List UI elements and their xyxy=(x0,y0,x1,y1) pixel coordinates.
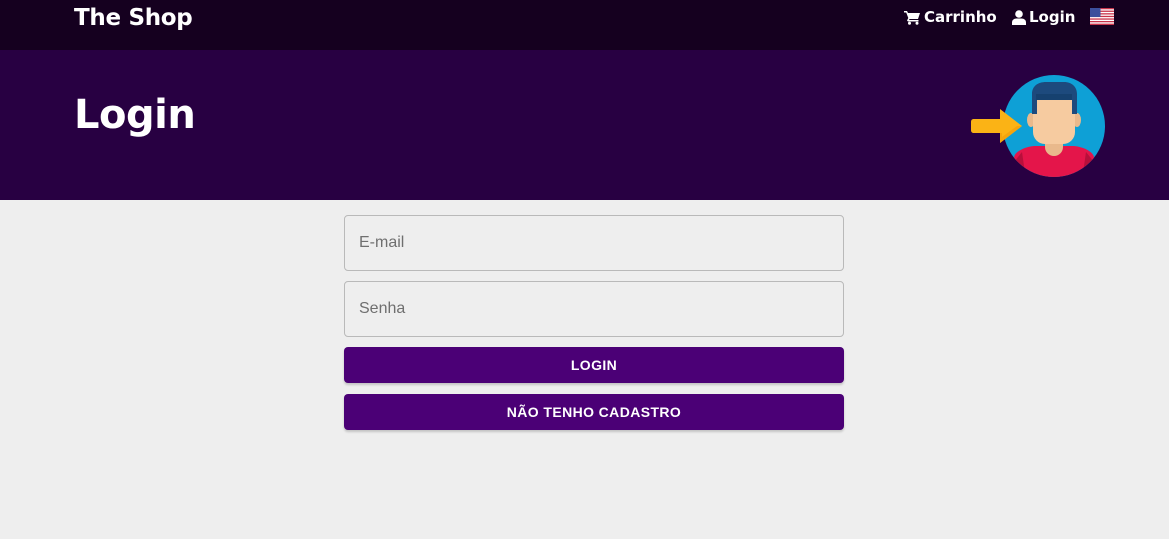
password-field[interactable] xyxy=(344,281,844,337)
page-header: Login xyxy=(0,50,1169,200)
login-link[interactable]: Login xyxy=(1012,8,1075,26)
top-navbar: The Shop Carrinho Login xyxy=(0,0,1169,50)
email-field[interactable] xyxy=(344,215,844,271)
brand-logo[interactable]: The Shop xyxy=(74,5,193,31)
cart-link[interactable]: Carrinho xyxy=(904,8,997,26)
login-label: Login xyxy=(1029,8,1076,26)
page-title: Login xyxy=(74,92,196,138)
cart-icon xyxy=(904,10,920,25)
login-form: LOGIN NÃO TENHO CADASTRO xyxy=(344,215,844,430)
user-icon xyxy=(1012,9,1026,25)
us-flag-icon[interactable] xyxy=(1090,8,1114,25)
login-button[interactable]: LOGIN xyxy=(344,347,844,383)
user-login-illustration xyxy=(971,75,1105,177)
cart-label: Carrinho xyxy=(924,8,997,26)
register-button[interactable]: NÃO TENHO CADASTRO xyxy=(344,394,844,430)
